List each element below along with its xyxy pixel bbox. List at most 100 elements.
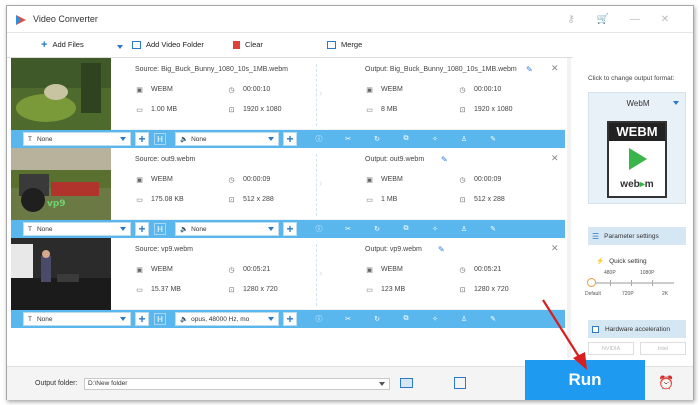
minimize-button[interactable]: —: [627, 12, 643, 26]
edit-name-icon[interactable]: ✎: [441, 155, 448, 164]
cut-icon[interactable]: ✂: [342, 133, 354, 145]
source-size: ▭ 15.37 MB: [135, 285, 181, 294]
toolbar: + Add Files Add Video Folder Clear Merge: [7, 33, 573, 58]
hard-subtitle-icon[interactable]: H: [154, 313, 166, 325]
merge-button[interactable]: Merge: [327, 40, 362, 49]
subtitle-edit-icon[interactable]: ✎: [487, 313, 499, 325]
video-thumbnail[interactable]: [11, 58, 111, 130]
intel-option[interactable]: Intel: [640, 342, 686, 355]
add-files-label: Add Files: [52, 40, 84, 49]
list-item[interactable]: Source: vp9.webm Output: vp9.webm ✎ ✕ ▣ W…: [11, 238, 565, 328]
alarm-clock-icon[interactable]: ⏰: [658, 375, 674, 391]
open-output-folder-icon[interactable]: [454, 377, 466, 389]
output-size-value: 123 MB: [381, 286, 406, 293]
subtitle-edit-icon[interactable]: ✎: [487, 223, 499, 235]
remove-item-icon[interactable]: ✕: [551, 63, 559, 74]
quality-slider[interactable]: 480P 1080P Default 720P 2K: [585, 269, 686, 309]
divider: [316, 154, 317, 216]
parameter-settings-button[interactable]: ☰ Parameter settings: [588, 227, 686, 245]
audio-icon: 🔈: [180, 136, 189, 143]
key-icon[interactable]: ⚷: [563, 12, 579, 26]
chevron-down-icon: [268, 227, 274, 231]
rotate-icon[interactable]: ↻: [371, 223, 383, 235]
add-subtitle-button[interactable]: +: [135, 132, 149, 146]
video-thumbnail[interactable]: vp9: [11, 148, 111, 220]
video-thumbnail[interactable]: [11, 238, 111, 310]
source-resolution-value: 512 x 288: [243, 196, 274, 203]
add-audio-button[interactable]: +: [283, 132, 297, 146]
webm-icon-sublabel-tail: m: [644, 179, 654, 190]
rotate-icon[interactable]: ↻: [371, 313, 383, 325]
item-info: Source: vp9.webm Output: vp9.webm ✎ ✕ ▣ W…: [11, 238, 565, 310]
list-item[interactable]: Source: Big_Buck_Bunny_1080_10s_1MB.webm…: [11, 58, 565, 148]
slider-thumb[interactable]: [587, 278, 596, 287]
parameter-settings-label: Parameter settings: [604, 232, 659, 240]
source-format: ▣ WEBM: [135, 175, 173, 184]
subtitle-icon: T: [28, 135, 32, 143]
subtitle-dropdown[interactable]: T None: [23, 222, 131, 236]
browse-folder-icon[interactable]: [400, 378, 413, 388]
subtitle-edit-icon[interactable]: ✎: [487, 133, 499, 145]
resolution-icon: ⊡: [459, 106, 466, 114]
output-resolution-value: 1280 x 720: [474, 286, 509, 293]
source-filename: Source: vp9.webm: [135, 246, 193, 253]
effect-wand-icon[interactable]: ✧: [429, 133, 441, 145]
edit-name-icon[interactable]: ✎: [526, 65, 533, 74]
add-files-dropdown-icon[interactable]: [117, 45, 123, 49]
clock-icon: ◷: [459, 176, 466, 184]
add-audio-button[interactable]: +: [283, 222, 297, 236]
cut-icon[interactable]: ✂: [342, 313, 354, 325]
hard-subtitle-icon[interactable]: H: [154, 133, 166, 145]
close-button[interactable]: ✕: [657, 12, 673, 26]
crop-icon[interactable]: ⧉: [400, 223, 412, 235]
clock-icon: ◷: [459, 266, 466, 274]
cut-icon[interactable]: ✂: [342, 223, 354, 235]
subtitle-dropdown[interactable]: T None: [23, 132, 131, 146]
edit-name-icon[interactable]: ✎: [438, 245, 445, 254]
source-resolution: ⊡ 1280 x 720: [227, 285, 278, 294]
cart-icon[interactable]: 🛒: [595, 12, 611, 26]
info-icon[interactable]: ⓘ: [313, 223, 325, 235]
audio-dropdown[interactable]: 🔈 opus, 48000 Hz, mo: [175, 312, 279, 326]
list-item[interactable]: vp9 Source: out9.webm Output: out9.webm …: [11, 148, 565, 238]
watermark-icon[interactable]: ♙: [458, 313, 470, 325]
folder-plus-icon: [132, 40, 141, 49]
output-filename: Output: out9.webm: [365, 156, 425, 163]
subtitle-dropdown[interactable]: T None: [23, 312, 131, 326]
audio-value: None: [191, 225, 207, 233]
quick-setting-label: Quick setting: [609, 257, 647, 265]
hard-subtitle-icon[interactable]: H: [154, 223, 166, 235]
output-format-selector[interactable]: WebM WEBM web▸m: [588, 92, 686, 204]
red-arrow-annotation: [542, 299, 587, 370]
settings-sliders-icon: ☰: [592, 231, 600, 241]
add-files-button[interactable]: + Add Files: [41, 39, 84, 50]
add-video-folder-button[interactable]: Add Video Folder: [132, 40, 204, 49]
film-icon: ▣: [136, 266, 143, 274]
watermark-icon[interactable]: ♙: [458, 223, 470, 235]
crop-icon[interactable]: ⧉: [400, 133, 412, 145]
crop-icon[interactable]: ⧉: [400, 313, 412, 325]
hardware-acceleration-toggle[interactable]: Hardware acceleration: [588, 320, 686, 338]
info-icon[interactable]: ⓘ: [313, 133, 325, 145]
audio-value: opus, 48000 Hz, mo: [191, 315, 250, 323]
rotate-icon[interactable]: ↻: [371, 133, 383, 145]
add-audio-button[interactable]: +: [283, 312, 297, 326]
add-subtitle-button[interactable]: +: [135, 222, 149, 236]
info-icon[interactable]: ⓘ: [313, 313, 325, 325]
clear-button[interactable]: Clear: [233, 40, 263, 49]
app-window: Video Converter ⚷ 🛒 — ✕ + Add Files Add …: [6, 5, 694, 400]
bolt-icon: ⚡: [596, 258, 605, 265]
remove-item-icon[interactable]: ✕: [551, 243, 559, 254]
film-icon: ▣: [366, 266, 373, 274]
effect-wand-icon[interactable]: ✧: [429, 313, 441, 325]
source-duration-value: 00:05:21: [243, 266, 271, 273]
item-control-bar: T None + H 🔈 None + ⓘ ✂ ↻ ⧉ ✧ ♙ ✎: [11, 220, 565, 238]
watermark-icon[interactable]: ♙: [458, 133, 470, 145]
audio-dropdown[interactable]: 🔈 None: [175, 222, 279, 236]
merge-icon: [327, 40, 336, 49]
output-folder-field[interactable]: D:\New folder: [84, 378, 390, 390]
remove-item-icon[interactable]: ✕: [551, 153, 559, 164]
add-subtitle-button[interactable]: +: [135, 312, 149, 326]
audio-dropdown[interactable]: 🔈 None: [175, 132, 279, 146]
effect-wand-icon[interactable]: ✧: [429, 223, 441, 235]
